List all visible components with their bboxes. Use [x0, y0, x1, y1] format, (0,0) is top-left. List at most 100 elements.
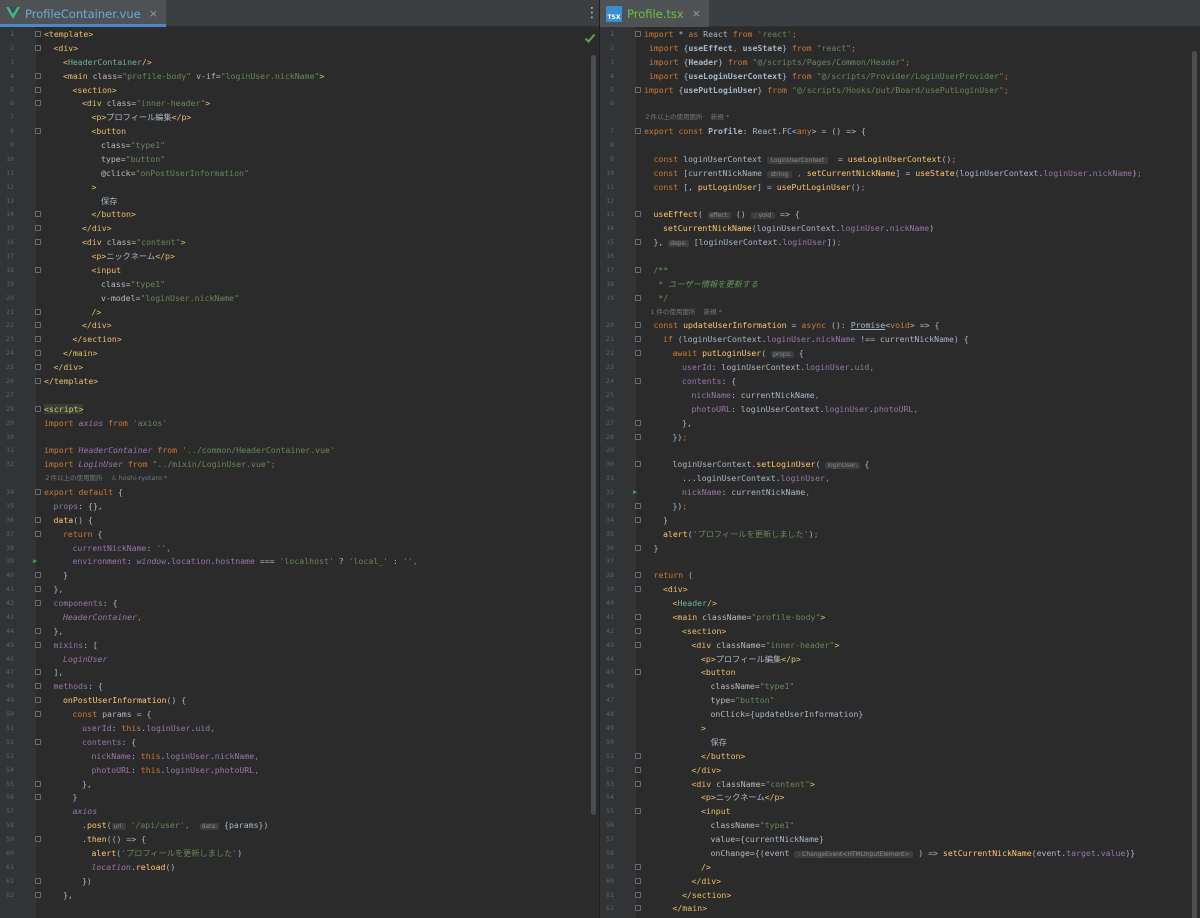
fold-marker-icon[interactable]: [35, 44, 41, 51]
code-line[interactable]: 18 <input: [0, 263, 599, 277]
code-line[interactable]: 26 photoURL: loginUserContext.loginUser.p…: [600, 402, 1200, 416]
usage-hint[interactable]: 1 件の使用箇所 新規 *: [644, 305, 1180, 319]
fold-marker-icon[interactable]: [635, 572, 641, 579]
fold-marker-icon[interactable]: [635, 586, 641, 593]
code-line[interactable]: 43 <div className="inner-header">: [600, 638, 1200, 652]
fold-marker-icon[interactable]: [35, 308, 41, 315]
fold-marker-icon[interactable]: [35, 697, 41, 704]
code-line[interactable]: 23 userId: loginUserContext.loginUser.uid…: [600, 360, 1200, 374]
fold-marker-icon[interactable]: [635, 669, 641, 676]
gutter-run-icon[interactable]: ▶: [33, 554, 37, 568]
fold-marker-icon[interactable]: [35, 225, 41, 232]
code-line[interactable]: 17 /**: [600, 263, 1200, 277]
code-line[interactable]: 10 type="button": [0, 152, 599, 166]
fold-marker-icon[interactable]: [35, 780, 41, 787]
code-line[interactable]: 59 />: [600, 860, 1200, 874]
code-line[interactable]: 8: [600, 138, 1200, 152]
code-line[interactable]: 6 <div class="inner-header">: [0, 96, 599, 110]
fold-marker-icon[interactable]: [635, 86, 641, 93]
tab-profilecontainer-vue[interactable]: ProfileContainer.vue ×: [0, 0, 166, 27]
code-line[interactable]: 33});: [600, 499, 1200, 513]
fold-marker-icon[interactable]: [635, 31, 641, 37]
fold-marker-icon[interactable]: [35, 364, 41, 371]
code-line[interactable]: 46 LoginUser: [0, 652, 599, 666]
code-line[interactable]: 62 </main>: [600, 901, 1200, 915]
code-line[interactable]: 16: [600, 249, 1200, 263]
code-line[interactable]: 41},: [0, 582, 599, 596]
code-line[interactable]: 45 <button: [600, 665, 1200, 679]
code-line[interactable]: 15 </div>: [0, 221, 599, 235]
code-line[interactable]: 48 onClick={updateUserInformation}: [600, 707, 1200, 721]
code-line[interactable]: 53 <div className="content">: [600, 777, 1200, 791]
fold-marker-icon[interactable]: [635, 266, 641, 273]
code-line[interactable]: 1 import * as React from 'react';: [600, 27, 1200, 41]
code-line[interactable]: 22 await putLoginUser( props: {: [600, 346, 1200, 360]
code-line[interactable]: 52 contents: {: [0, 735, 599, 749]
code-line[interactable]: 19 */: [600, 291, 1200, 305]
fold-marker-icon[interactable]: [35, 836, 41, 843]
code-line[interactable]: 20 v-model="loginUser.nickName": [0, 291, 599, 305]
code-line[interactable]: 9 class="type1": [0, 138, 599, 152]
fold-marker-icon[interactable]: [35, 350, 41, 357]
code-line[interactable]: 39 <div>: [600, 582, 1200, 596]
code-line[interactable]: 27: [0, 388, 599, 402]
kebab-menu-icon[interactable]: ⋮: [585, 5, 599, 21]
fold-marker-icon[interactable]: [635, 350, 641, 357]
code-line[interactable]: 7 <p>プロフィール編集</p>: [0, 110, 599, 124]
fold-marker-icon[interactable]: [635, 780, 641, 787]
fold-marker-icon[interactable]: [635, 627, 641, 634]
fold-marker-icon[interactable]: [635, 294, 641, 301]
code-line[interactable]: 29 import axios from 'axios': [0, 416, 599, 430]
gutter-run-icon[interactable]: ▶: [633, 485, 637, 499]
code-line[interactable]: 46 className="type1": [600, 679, 1200, 693]
code-line[interactable]: 55},: [0, 777, 599, 791]
fold-marker-icon[interactable]: [635, 461, 641, 468]
fold-marker-icon[interactable]: [35, 530, 41, 537]
right-code-editor[interactable]: 1 import * as React from 'react'; 2 import…: [600, 27, 1200, 918]
fold-marker-icon[interactable]: [35, 600, 41, 607]
code-line[interactable]: 37 return {: [0, 527, 599, 541]
code-line[interactable]: 62}): [0, 874, 599, 888]
code-line[interactable]: 3 <HeaderContainer/>: [0, 55, 599, 69]
fold-marker-icon[interactable]: [635, 378, 641, 384]
code-line[interactable]: 56 className="type1": [600, 818, 1200, 832]
code-line[interactable]: 39 ▶ environment: window.location.hostname…: [0, 554, 599, 568]
code-line[interactable]: 13 useEffect( effect: () : void => {: [600, 207, 1200, 221]
code-line[interactable]: 4 <main class="profile-body" v-if="loginU…: [0, 69, 599, 83]
fold-marker-icon[interactable]: [635, 808, 641, 815]
code-line[interactable]: 30 loginUserContext.setLoginUser( loginUs…: [600, 457, 1200, 471]
code-line[interactable]: 51 userId: this.loginUser.uid,: [0, 721, 599, 735]
fold-marker-icon[interactable]: [35, 405, 41, 412]
fold-marker-icon[interactable]: [35, 794, 41, 801]
fold-marker-icon[interactable]: [35, 586, 41, 593]
fold-marker-icon[interactable]: [35, 211, 41, 218]
fold-marker-icon[interactable]: [635, 863, 641, 870]
code-line[interactable]: 6: [600, 96, 1200, 110]
fold-marker-icon[interactable]: [35, 489, 41, 496]
fold-marker-icon[interactable]: [35, 86, 41, 93]
code-line[interactable]: 32 import LoginUser from "../mixin/LoginU…: [0, 457, 599, 471]
code-line[interactable]: 58 onChange={(event : ChangeEvent<HTMLInp…: [600, 846, 1200, 860]
code-line[interactable]: 12: [600, 194, 1200, 208]
fold-marker-icon[interactable]: [35, 336, 41, 343]
fold-marker-icon[interactable]: [35, 31, 41, 37]
code-line[interactable]: 11 const [, putLoginUser] = usePutLoginUs…: [600, 180, 1200, 194]
fold-marker-icon[interactable]: [35, 72, 41, 79]
fold-marker-icon[interactable]: [635, 211, 641, 218]
code-line[interactable]: 28});: [600, 430, 1200, 444]
code-line[interactable]: 7 export const Profile: React.FC<any> = (…: [600, 124, 1200, 138]
close-tab-icon[interactable]: ×: [692, 7, 701, 20]
fold-marker-icon[interactable]: [635, 336, 641, 343]
fold-marker-icon[interactable]: [635, 613, 641, 620]
code-line[interactable]: 50 const params = {: [0, 707, 599, 721]
fold-marker-icon[interactable]: [35, 100, 41, 107]
code-line[interactable]: 2 <div>: [0, 41, 599, 55]
code-line[interactable]: 47],: [0, 665, 599, 679]
fold-marker-icon[interactable]: [635, 905, 641, 912]
fold-marker-icon[interactable]: [635, 766, 641, 773]
fold-marker-icon[interactable]: [635, 544, 641, 551]
fold-marker-icon[interactable]: [635, 322, 641, 329]
code-line[interactable]: 38 currentNickName: '',: [0, 541, 599, 555]
code-line[interactable]: 61 </section>: [600, 888, 1200, 902]
code-line[interactable]: 35 alert('プロフィールを更新しました');: [600, 527, 1200, 541]
